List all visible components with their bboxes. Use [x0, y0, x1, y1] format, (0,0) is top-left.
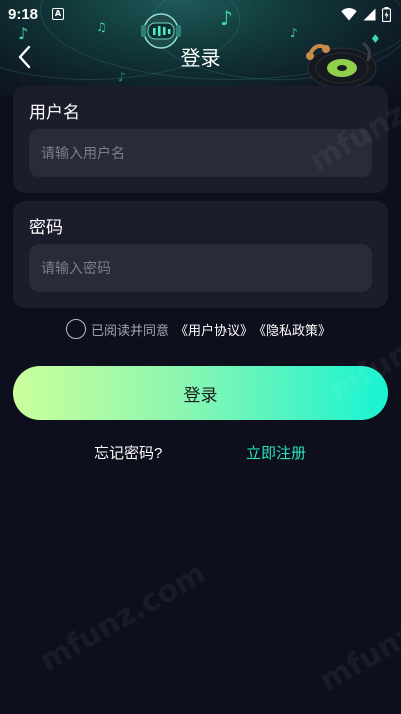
username-label: 用户名 — [29, 103, 80, 122]
password-card: 密码 — [13, 201, 388, 308]
password-label: 密码 — [29, 218, 63, 237]
user-agreement-link[interactable]: 《用户协议》 — [175, 320, 253, 339]
register-link[interactable]: 立即注册 — [246, 442, 306, 463]
privacy-policy-link[interactable]: 《隐私政策》 — [253, 320, 331, 339]
status-time: 9:18 — [8, 5, 39, 23]
agree-checkbox[interactable] — [66, 319, 86, 339]
agreement-row: 已阅读并同意 《用户协议》 《隐私政策》 — [66, 319, 331, 339]
agreement-prefix: 已阅读并同意 — [91, 322, 170, 338]
watermark: mfunz.com — [313, 575, 401, 700]
password-input[interactable] — [29, 244, 372, 292]
notification-icon: A — [52, 8, 65, 20]
vinyl-record-icon — [306, 42, 377, 89]
wifi-icon — [341, 7, 357, 20]
signal-icon — [363, 8, 376, 20]
watermark: mfunz.com — [33, 555, 212, 680]
forgot-password-link[interactable]: 忘记密码? — [94, 442, 162, 463]
status-bar: 9:18 A — [0, 0, 401, 28]
battery-icon — [382, 6, 391, 22]
